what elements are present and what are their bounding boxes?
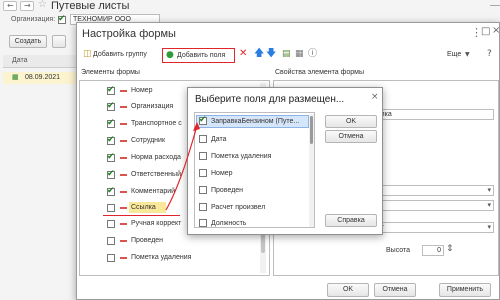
annotation-arrow-head: [193, 122, 200, 131]
annotation-arrow: [165, 122, 200, 211]
annotation-arrow-line: [165, 125, 198, 211]
